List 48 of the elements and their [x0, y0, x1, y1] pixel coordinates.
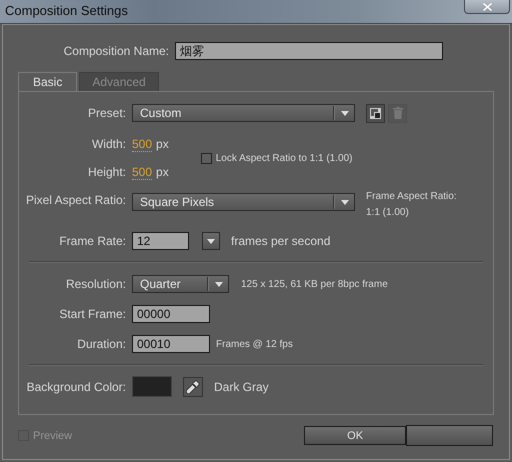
caret-icon	[341, 110, 349, 116]
tab[interactable]: Advanced	[79, 72, 159, 91]
field-label: Resolution:	[64, 277, 126, 291]
info-label: Frames @ 12 fps	[216, 338, 293, 350]
info-label: 125 x 125, 61 KB per 8bpc frame	[241, 278, 388, 290]
field-label: Frame Rate:	[58, 234, 126, 248]
field-label: Width:	[90, 137, 126, 151]
caret-icon	[207, 238, 215, 244]
frame-rate-field[interactable]: 12	[132, 232, 189, 250]
field-label: Composition Name:	[62, 44, 169, 58]
color-name: Dark Gray	[214, 380, 269, 394]
save-preset-button[interactable]	[366, 104, 385, 122]
save-icon	[370, 108, 381, 118]
frame-rate-dropdown[interactable]	[202, 232, 220, 250]
window-title: Composition Settings	[4, 2, 128, 18]
info-label: Frame Aspect Ratio:	[366, 190, 457, 204]
unit-label: px	[156, 165, 169, 179]
checkbox-label: Lock Aspect Ratio to 1:1 (1.00)	[216, 152, 352, 164]
duration-field[interactable]: 00010	[132, 335, 210, 353]
tab[interactable]: Basic	[18, 72, 78, 91]
checkbox-label: Preview	[33, 430, 72, 442]
close-icon	[482, 2, 492, 10]
field-label: Height:	[86, 165, 126, 179]
resolution-dropdown[interactable]: Quarter	[132, 275, 229, 293]
info-value: 1:1 (1.00)	[366, 206, 410, 220]
eyedropper-icon	[186, 380, 200, 394]
caret-icon	[215, 282, 223, 286]
pixel-aspect-dropdown[interactable]: Square Pixels	[132, 193, 355, 211]
dialog-button[interactable]	[406, 425, 494, 446]
close-button[interactable]	[464, 0, 510, 14]
field-label: Duration:	[76, 337, 126, 351]
unit-label: px	[156, 137, 169, 151]
ok-button[interactable]: OK	[304, 426, 406, 445]
preset-dropdown[interactable]: Custom	[132, 104, 355, 122]
checkbox[interactable]	[200, 152, 212, 164]
start-frame-field[interactable]: 00000	[132, 305, 210, 323]
eyedropper-button[interactable]	[183, 376, 203, 396]
trash-icon	[392, 107, 402, 119]
field-label: Preset:	[86, 106, 126, 120]
number-value[interactable]: 500	[132, 136, 152, 152]
field-label: Pixel Aspect Ratio:	[24, 193, 126, 207]
name-field[interactable]: 烟雾	[175, 42, 443, 60]
number-value[interactable]: 500	[132, 164, 152, 180]
color-swatch[interactable]	[132, 376, 172, 397]
field-label: Start Frame:	[58, 307, 126, 321]
caret-icon	[341, 200, 349, 204]
field-label: Background Color:	[26, 380, 126, 394]
unit-label: frames per second	[231, 234, 330, 248]
